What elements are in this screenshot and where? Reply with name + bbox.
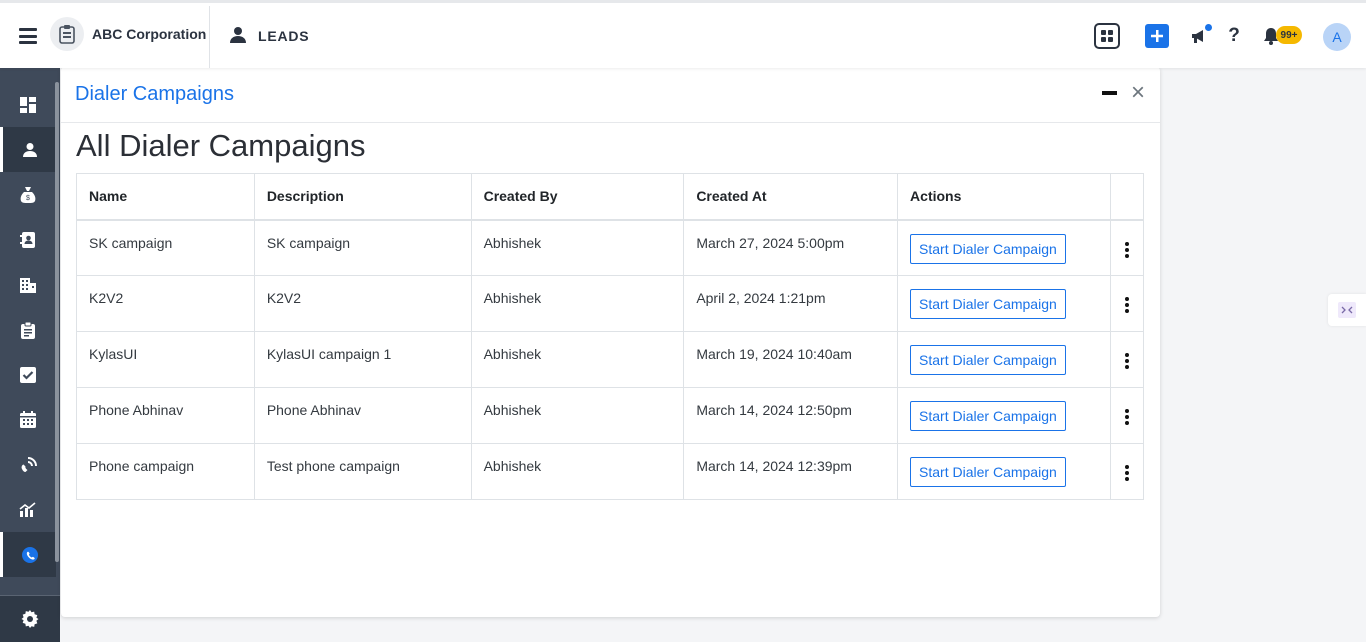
- cell-created-by: Abhishek: [470, 219, 685, 276]
- cell-actions: Start Dialer Campaign: [897, 443, 1111, 500]
- page-heading: All Dialer Campaigns: [76, 128, 366, 163]
- notification-badge: 99+: [1276, 26, 1302, 44]
- start-dialer-campaign-button[interactable]: Start Dialer Campaign: [910, 401, 1066, 431]
- cell-name: KylasUI: [76, 331, 255, 388]
- table-row: SK campaign SK campaign Abhishek March 2…: [76, 219, 1145, 276]
- column-header-description: Description: [253, 173, 472, 221]
- side-widget-tab[interactable]: [1328, 294, 1366, 326]
- cell-description: Phone Abhinav: [253, 387, 472, 444]
- start-dialer-campaign-button[interactable]: Start Dialer Campaign: [910, 345, 1066, 375]
- column-header-created-at: Created At: [683, 173, 899, 221]
- column-header-name: Name: [76, 173, 255, 221]
- divider: [209, 6, 210, 68]
- calls-icon[interactable]: [0, 442, 56, 487]
- announcement-dot: [1205, 24, 1212, 31]
- cell-created-at: March 27, 2024 5:00pm: [683, 219, 899, 276]
- menu-icon[interactable]: [19, 28, 37, 44]
- more-options-icon[interactable]: [1124, 241, 1129, 259]
- cell-created-at: March 14, 2024 12:39pm: [683, 443, 899, 500]
- sidebar: $: [0, 68, 60, 642]
- cell-created-by: Abhishek: [470, 331, 685, 388]
- cell-description: Test phone campaign: [253, 443, 472, 500]
- cell-more: [1109, 219, 1145, 276]
- cell-more: [1109, 443, 1145, 500]
- dialer-icon[interactable]: [0, 532, 56, 577]
- cell-actions: Start Dialer Campaign: [897, 331, 1111, 388]
- close-button[interactable]: ×: [1127, 81, 1149, 105]
- help-icon[interactable]: ?: [1226, 23, 1242, 49]
- add-icon[interactable]: [1145, 24, 1169, 48]
- cell-name: Phone campaign: [76, 443, 255, 500]
- user-icon: [229, 26, 247, 44]
- more-options-icon[interactable]: [1124, 464, 1129, 482]
- cell-created-at: March 14, 2024 12:50pm: [683, 387, 899, 444]
- contacts-icon[interactable]: [0, 217, 56, 262]
- table-row: K2V2 K2V2 Abhishek April 2, 2024 1:21pm …: [76, 275, 1145, 332]
- cell-name: Phone Abhinav: [76, 387, 255, 444]
- column-header-actions: Actions: [897, 173, 1111, 221]
- start-dialer-campaign-button[interactable]: Start Dialer Campaign: [910, 289, 1066, 319]
- cell-description: KylasUI campaign 1: [253, 331, 472, 388]
- calendar-icon[interactable]: [0, 397, 56, 442]
- cell-created-by: Abhishek: [470, 387, 685, 444]
- minimize-button[interactable]: [1102, 91, 1117, 95]
- cell-more: [1109, 387, 1145, 444]
- clipboard-icon[interactable]: [0, 307, 56, 352]
- panel-header: Dialer Campaigns ×: [61, 67, 1160, 123]
- apps-grid-icon[interactable]: [1094, 23, 1120, 49]
- avatar[interactable]: A: [1323, 23, 1351, 51]
- table-row: KylasUI KylasUI campaign 1 Abhishek Marc…: [76, 331, 1145, 388]
- code-icon: [1338, 302, 1356, 318]
- cell-description: K2V2: [253, 275, 472, 332]
- cell-more: [1109, 331, 1145, 388]
- column-header-more: [1109, 173, 1145, 221]
- table-header-row: Name Description Created By Created At A…: [76, 173, 1145, 221]
- cell-created-at: March 19, 2024 10:40am: [683, 331, 899, 388]
- deals-icon[interactable]: $: [0, 172, 56, 217]
- cell-created-by: Abhishek: [470, 275, 685, 332]
- cell-description: SK campaign: [253, 219, 472, 276]
- dashboard-icon[interactable]: [0, 82, 56, 127]
- module-title: LEADS: [258, 28, 310, 44]
- companies-icon[interactable]: [0, 262, 56, 307]
- cell-name: SK campaign: [76, 219, 255, 276]
- more-options-icon[interactable]: [1124, 296, 1129, 314]
- cell-actions: Start Dialer Campaign: [897, 219, 1111, 276]
- cell-more: [1109, 275, 1145, 332]
- org-name[interactable]: ABC Corporation: [92, 26, 206, 42]
- settings-gear-icon[interactable]: [0, 595, 60, 642]
- leads-icon[interactable]: [0, 127, 56, 172]
- start-dialer-campaign-button[interactable]: Start Dialer Campaign: [910, 457, 1066, 487]
- column-header-created-by: Created By: [470, 173, 685, 221]
- start-dialer-campaign-button[interactable]: Start Dialer Campaign: [910, 233, 1066, 264]
- table-row: Phone campaign Test phone campaign Abhis…: [76, 443, 1145, 500]
- top-bar: ABC Corporation LEADS ? 99+ A: [0, 0, 1366, 68]
- svg-text:$: $: [26, 195, 30, 202]
- more-options-icon[interactable]: [1124, 352, 1129, 370]
- org-logo: [50, 17, 84, 51]
- reports-icon[interactable]: [0, 487, 56, 532]
- table-row: Phone Abhinav Phone Abhinav Abhishek Mar…: [76, 387, 1145, 444]
- tasks-icon[interactable]: [0, 352, 56, 397]
- dialer-campaigns-panel: Dialer Campaigns × All Dialer Campaigns …: [61, 67, 1160, 617]
- more-options-icon[interactable]: [1124, 408, 1129, 426]
- cell-name: K2V2: [76, 275, 255, 332]
- megaphone-icon[interactable]: [1188, 23, 1212, 49]
- campaigns-table: Name Description Created By Created At A…: [76, 173, 1145, 500]
- sidebar-scrollbar[interactable]: [55, 82, 59, 562]
- panel-title: Dialer Campaigns: [75, 83, 234, 105]
- cell-actions: Start Dialer Campaign: [897, 387, 1111, 444]
- cell-actions: Start Dialer Campaign: [897, 275, 1111, 332]
- cell-created-by: Abhishek: [470, 443, 685, 500]
- cell-created-at: April 2, 2024 1:21pm: [683, 275, 899, 332]
